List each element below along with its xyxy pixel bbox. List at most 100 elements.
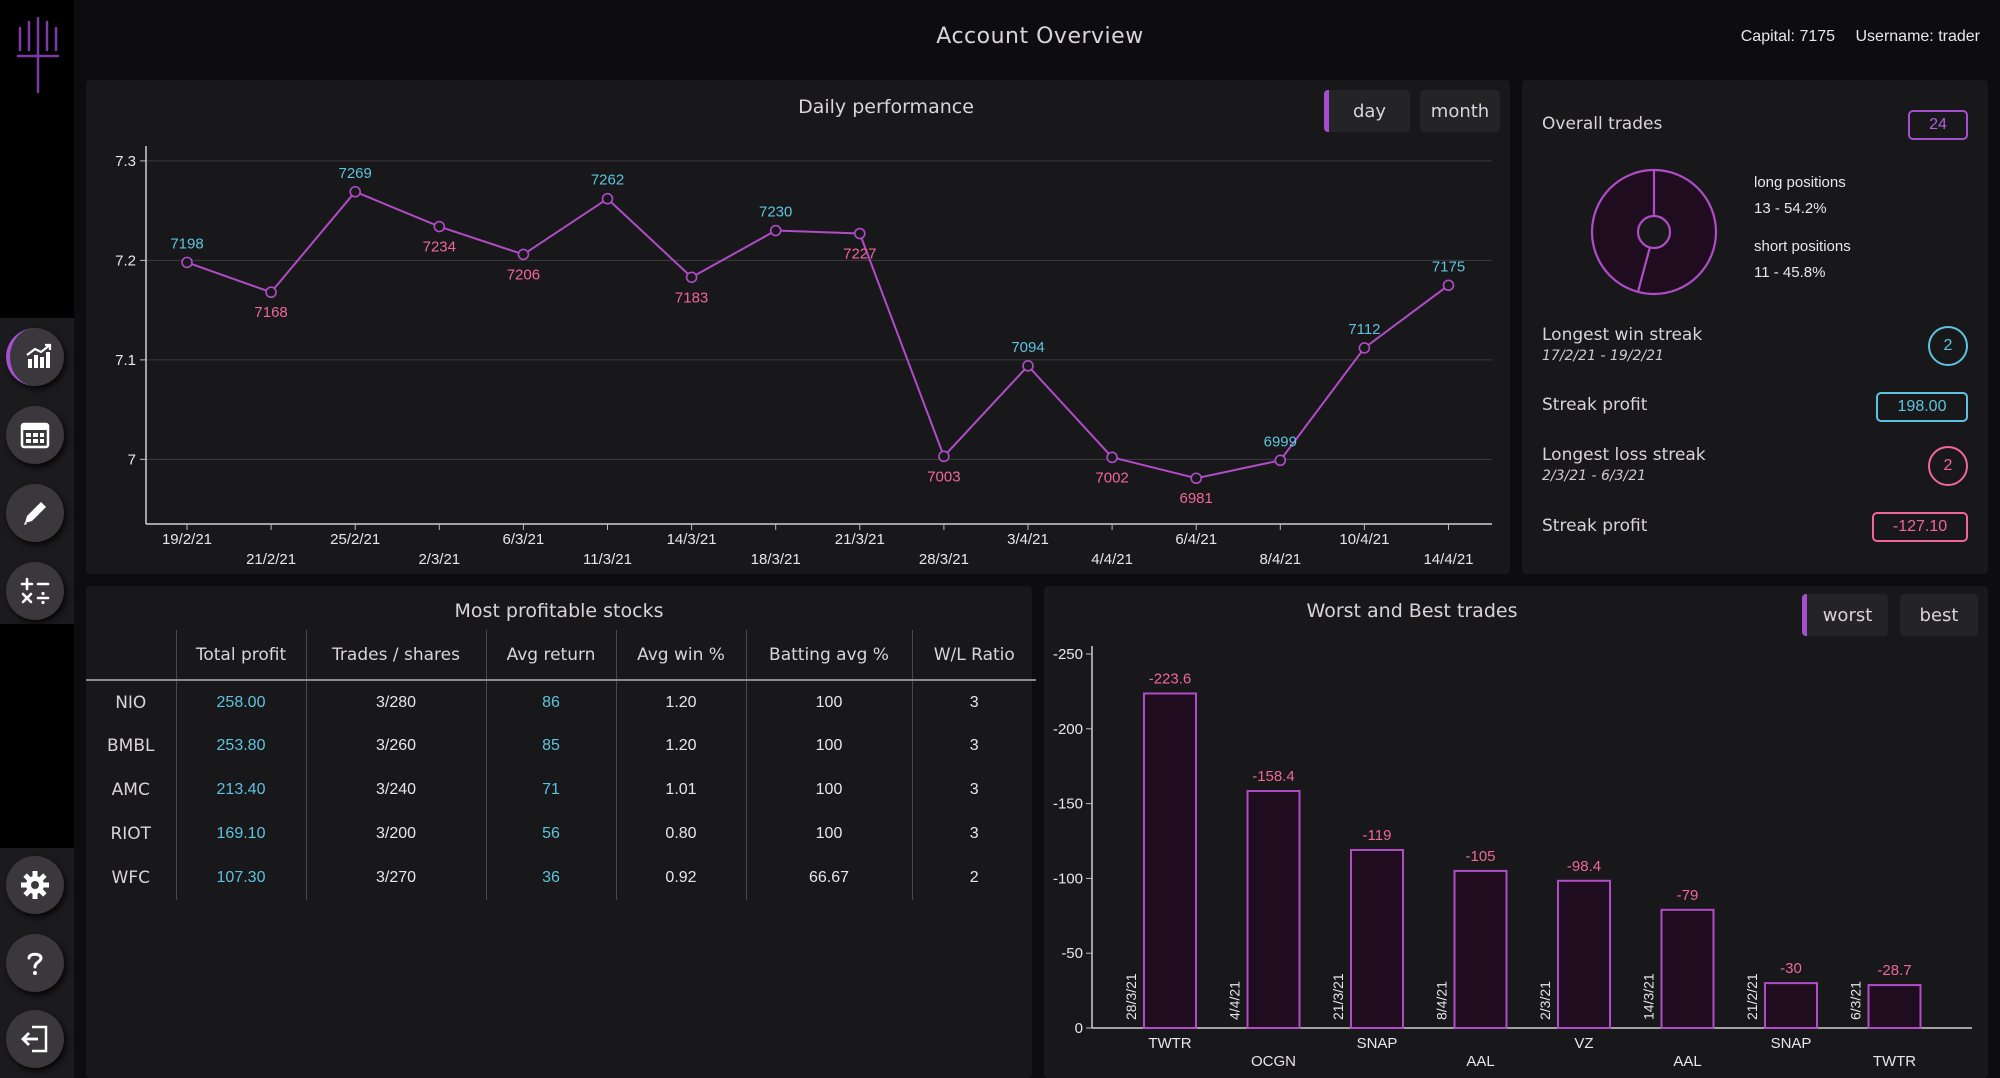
stock-symbol: WFC: [111, 868, 150, 888]
chart-icon: [26, 343, 52, 368]
data-label: 7183: [675, 289, 708, 306]
x-tick-label: OCGN: [1251, 1053, 1296, 1070]
table-cell: 1.20: [615, 724, 746, 768]
table-cell: 3: [911, 768, 1036, 812]
column-header: [86, 630, 176, 681]
bar: [1867, 984, 1922, 1029]
table-cell: 56: [485, 812, 616, 856]
short-positions-label: short positions: [1754, 238, 1851, 255]
table-cell: 253.80: [175, 724, 306, 768]
x-tick-label: 21/3/21: [835, 531, 885, 548]
data-label: 7094: [1011, 339, 1044, 356]
data-point: [769, 224, 782, 237]
loss-streak-profit-badge: -127.10: [1872, 512, 1968, 542]
series-line: [186, 190, 1450, 480]
y-tick-label: -100: [1053, 870, 1083, 887]
stock-symbol: AMC: [111, 780, 150, 800]
bar-date-label: 6/3/21: [1848, 981, 1864, 1020]
overall-trades-label: Overall trades: [1542, 114, 1663, 134]
table-cell: 3: [911, 680, 1036, 724]
bar-value-label: -98.4: [1567, 858, 1601, 875]
x-tick-label: 2/3/21: [418, 551, 460, 568]
nav-settings-button[interactable]: [6, 856, 64, 914]
data-label: 7002: [1095, 469, 1128, 486]
win-streak-count: 2: [1928, 326, 1968, 366]
data-point: [349, 185, 362, 198]
data-label: 7269: [339, 165, 372, 182]
win-streak-profit-label: Streak profit: [1542, 395, 1648, 415]
table-cell: 0.80: [615, 812, 746, 856]
column-header: Total profit: [175, 630, 306, 681]
table-cell: 1.20: [615, 680, 746, 724]
data-point: [1106, 451, 1118, 464]
table-cell: 0.92: [615, 856, 746, 900]
nav-calculator-button[interactable]: [6, 562, 64, 620]
long-positions-value: 13 - 54.2%: [1754, 200, 1827, 217]
table-row[interactable]: RIOT 169.10 3/200 56 0.80 100 3: [86, 812, 1036, 856]
table-row[interactable]: WFC 107.30 3/270 36 0.92 66.67 2: [86, 856, 1036, 900]
nav-logout-button[interactable]: [6, 1010, 64, 1068]
data-label: 7227: [843, 246, 876, 263]
stock-symbol: BMBL: [107, 736, 155, 756]
pie-center-hole: [1636, 214, 1672, 250]
data-point: [1358, 342, 1371, 354]
y-tick-label: 7.1: [115, 352, 136, 369]
data-point: [1442, 279, 1455, 292]
nav-performance-button[interactable]: [6, 328, 64, 386]
table-cell: 100: [745, 680, 912, 724]
bar-date-label: 14/3/21: [1641, 973, 1657, 1020]
daily-performance-chart: 7 7.1 7.2 7.3 19/2/21 21/2/21 25/2/21 2/3/21 6/3…: [115, 146, 1492, 568]
loss-streak-dates: 2/3/21 - 6/3/21: [1542, 468, 1647, 484]
y-tick-label: 7: [128, 451, 136, 468]
table-row[interactable]: BMBL 253.80 3/260 85 1.20 100 3: [86, 724, 1036, 768]
bar-value-label: -223.6: [1149, 670, 1192, 687]
table-row[interactable]: AMC 213.40 3/240 71 1.01 100 3: [86, 768, 1036, 812]
table-cell: 258.00: [175, 680, 306, 724]
data-label: 7175: [1432, 258, 1465, 275]
x-tick-label: 10/4/21: [1339, 531, 1389, 548]
x-tick-label: 4/4/21: [1091, 551, 1133, 568]
nav-journal-button[interactable]: [6, 484, 64, 542]
nav-help-button[interactable]: [6, 934, 64, 992]
y-tick-label: 0: [1075, 1020, 1083, 1037]
table-cell: 2: [911, 856, 1036, 900]
data-point: [517, 248, 530, 261]
bar-value-label: -119: [1363, 827, 1392, 844]
worst-trades-chart: 0 -50 -100 -150 -200 -250 -223.6 28/3/21 TWTR -15…: [1053, 646, 1972, 1070]
table-cell: 36: [485, 856, 616, 900]
bar: [1143, 692, 1197, 1030]
y-tick-label: -50: [1061, 945, 1083, 962]
data-point: [1022, 360, 1034, 372]
column-header: Avg return: [485, 630, 616, 681]
loss-streak-label: Longest loss streak: [1542, 445, 1706, 465]
win-streak-profit-badge: 198.00: [1876, 392, 1968, 422]
stock-symbol: NIO: [115, 692, 147, 713]
help-icon: [27, 952, 43, 975]
bar-value-label: -105: [1465, 848, 1495, 865]
y-tick-label: -250: [1053, 646, 1083, 663]
bar-value-label: -30: [1780, 960, 1802, 977]
table-cell: 107.30: [175, 856, 306, 900]
table-cell: 100: [745, 812, 912, 856]
x-tick-label: AAL: [1673, 1053, 1701, 1070]
x-tick-label: 14/3/21: [667, 531, 717, 548]
trident-logo-icon: [16, 16, 60, 94]
nav-calendar-button[interactable]: [6, 406, 64, 464]
worst-best-trades-panel: Worst and Best trades worst best 0 -50 -10…: [1044, 586, 1988, 1078]
column-header: W/L Ratio: [911, 630, 1036, 681]
data-label: 7206: [507, 266, 540, 283]
x-tick-label: TWTR: [1873, 1053, 1916, 1070]
loss-streak-profit-label: Streak profit: [1542, 516, 1648, 536]
table-row[interactable]: NIO 258.00 3/280 86 1.20 100 3: [86, 680, 1036, 724]
y-tick-label: 7.3: [115, 153, 136, 170]
data-label: 6999: [1264, 433, 1297, 450]
summary-panel: Overall trades 24 long positions 13 - 54…: [1522, 80, 1988, 574]
x-tick-label: 6/4/21: [1175, 531, 1217, 548]
y-tick-label: 7.2: [115, 252, 136, 269]
data-label: 7112: [1348, 321, 1380, 338]
data-point: [265, 286, 277, 299]
calendar-icon: [20, 422, 50, 449]
data-label: 7262: [591, 172, 624, 189]
x-tick-label: 25/2/21: [330, 531, 380, 548]
overall-trades-badge: 24: [1908, 110, 1968, 140]
